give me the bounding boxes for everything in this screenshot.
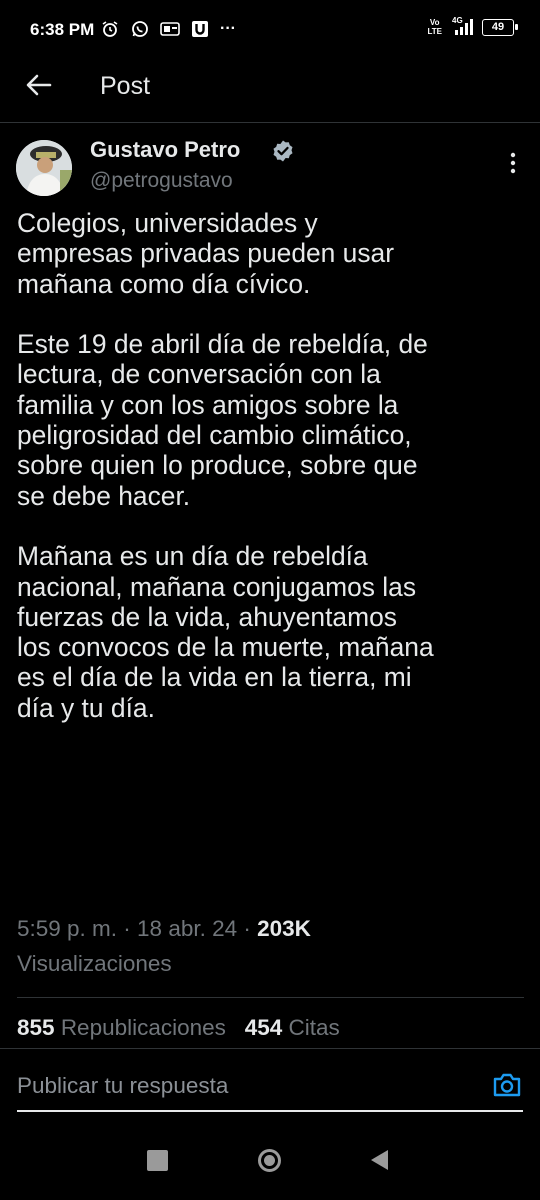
camera-button[interactable] (492, 1071, 522, 1099)
arrow-left-icon (26, 74, 52, 96)
back-button[interactable] (24, 70, 54, 100)
divider (17, 997, 524, 998)
quotes-link[interactable]: 454 Citas (245, 1015, 340, 1040)
reposts-count: 855 (17, 1015, 55, 1040)
status-notification-icons: ··· (100, 19, 236, 39)
volte-indicator: Vo LTE (427, 18, 442, 36)
system-back-button[interactable] (368, 1148, 392, 1172)
views-count: 203K (257, 916, 311, 941)
reply-input[interactable] (17, 1062, 523, 1112)
more-notifications-icon: ··· (220, 20, 236, 37)
camera-icon (493, 1073, 521, 1097)
post-stats: 855 Republicaciones 454 Citas (17, 1015, 340, 1041)
reposts-label: Republicaciones (60, 1015, 226, 1040)
quotes-count: 454 (244, 1015, 283, 1040)
author-handle[interactable]: @petrogustavo (90, 169, 233, 193)
triangle-back-icon (371, 1150, 388, 1170)
page-title: Post (100, 72, 151, 100)
status-system-icons: Vo LTE 4G 49 (427, 16, 518, 36)
status-time: 6:38 PM (30, 20, 95, 39)
u-app-icon (190, 19, 210, 39)
status-bar: 6:38 PM ··· Vo LTE 4G 49 (0, 0, 540, 60)
quotes-label: Citas (288, 1015, 340, 1040)
payment-app-icon (160, 19, 180, 39)
divider (0, 1048, 540, 1049)
views-label: Visualizaciones (17, 951, 172, 976)
alarm-icon (100, 19, 120, 39)
recent-apps-button[interactable] (147, 1150, 168, 1171)
post-timestamp: 5:59 p. m. · 18 abr. 24 · (17, 916, 258, 941)
signal-icon: 4G (450, 16, 474, 36)
header-divider (0, 122, 540, 123)
whatsapp-icon (130, 19, 150, 39)
battery-level: 49 (491, 21, 505, 33)
home-circle-icon (258, 1149, 281, 1172)
avatar[interactable] (16, 140, 72, 196)
home-button[interactable] (257, 1148, 282, 1173)
post-text: Colegios, universidades y empresas priva… (17, 208, 434, 723)
kebab-menu-icon (510, 152, 516, 174)
verified-badge-icon (271, 139, 295, 163)
post-meta: 5:59 p. m. · 18 abr. 24 · 203K (17, 916, 311, 942)
reposts-link[interactable]: 855 Republicaciones (17, 1015, 226, 1040)
author-name[interactable]: Gustavo Petro (90, 137, 240, 163)
battery-icon: 49 (482, 18, 518, 36)
more-options-button[interactable] (498, 150, 528, 176)
